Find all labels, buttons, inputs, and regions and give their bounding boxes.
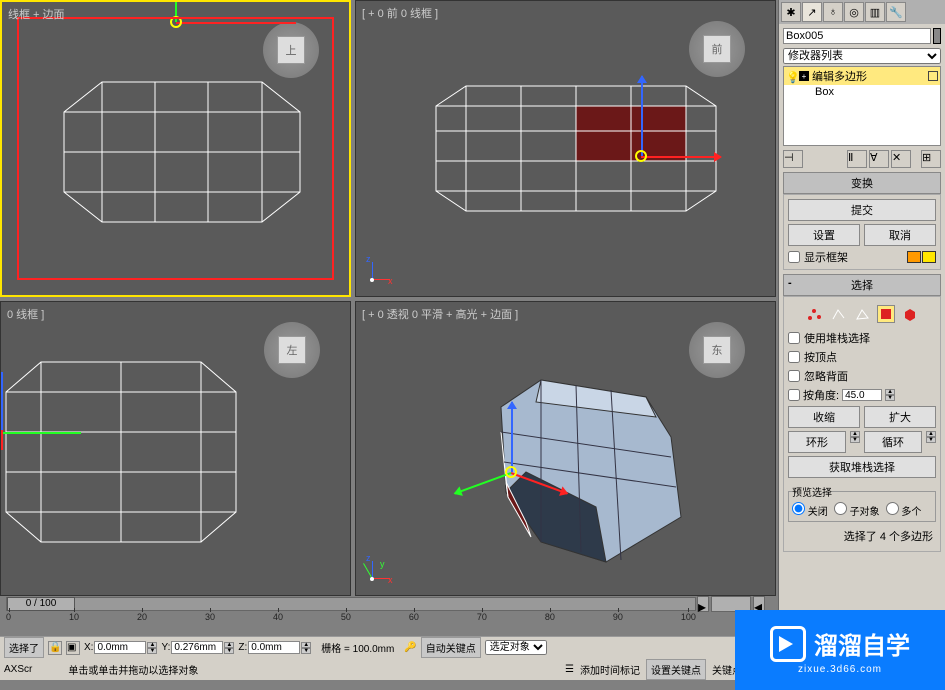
subobj-border[interactable] bbox=[853, 305, 871, 323]
status-bar-2: AXScr 单击或单击并拖动以选择对象 ☰ 添加时间标记 设置关键点 关键点过滤… bbox=[0, 658, 776, 680]
lock-icon[interactable]: 🔒 bbox=[48, 641, 62, 655]
sel-set-icon[interactable]: ▣ bbox=[66, 641, 80, 655]
preview-multi-radio[interactable] bbox=[886, 502, 899, 515]
stack-tool-1[interactable]: Ⅱ bbox=[847, 150, 867, 168]
coord-z-input[interactable] bbox=[248, 641, 300, 654]
viewport-label-persp: [ + 0 透视 0 平滑 + 高光 + 边面 ] bbox=[362, 306, 518, 322]
selection-label: 选择了 bbox=[4, 637, 44, 658]
viewport-label-top: 线框 + 边面 bbox=[8, 6, 65, 22]
angle-input[interactable] bbox=[842, 389, 882, 401]
key-filter-select[interactable]: 选定对象 bbox=[485, 640, 547, 655]
tab-hierarchy[interactable]: ♁ bbox=[823, 2, 843, 22]
rollout-header-selection[interactable]: -选择 bbox=[783, 274, 941, 296]
viewport-perspective[interactable]: [ + 0 透视 0 平滑 + 高光 + 边面 ] 东 bbox=[355, 301, 776, 596]
bulb-icon[interactable]: 💡 bbox=[786, 71, 796, 81]
show-cage-checkbox[interactable] bbox=[788, 251, 800, 263]
viewport-front[interactable]: [ + 0 前 0 线框 ] 前 xz bbox=[355, 0, 776, 297]
loop-button[interactable]: 循环 bbox=[864, 431, 922, 453]
tab-motion[interactable]: ◎ bbox=[844, 2, 864, 22]
star-icon: ✱ bbox=[786, 6, 795, 19]
preview-subobj-radio[interactable] bbox=[834, 502, 847, 515]
stack-item-box[interactable]: Box bbox=[784, 85, 940, 99]
pin-stack-button[interactable]: ⊣ bbox=[783, 150, 803, 168]
timeline-scroll-right[interactable]: ▸ bbox=[697, 596, 709, 612]
angle-spinner[interactable]: ▲▼ bbox=[885, 389, 895, 401]
viewcube-left[interactable]: 左 bbox=[264, 322, 320, 378]
ignore-back-checkbox[interactable] bbox=[788, 370, 800, 382]
stack-tool-3[interactable]: ✕ bbox=[891, 150, 911, 168]
prompt-hint: 单击或单击并拖动以选择对象 bbox=[38, 662, 559, 677]
key-icon[interactable]: 🔑 bbox=[404, 642, 416, 653]
tab-display[interactable]: ▥ bbox=[865, 2, 885, 22]
autokey-button[interactable]: 自动关键点 bbox=[421, 637, 481, 658]
setkey-button[interactable]: 设置关键点 bbox=[646, 659, 706, 680]
coord-x-input[interactable] bbox=[94, 641, 146, 654]
use-stack-sel-checkbox[interactable] bbox=[788, 332, 800, 344]
viewport-label-front: [ + 0 前 0 线框 ] bbox=[362, 5, 438, 21]
tab-create[interactable]: ✱ bbox=[781, 2, 801, 22]
hierarchy-icon: ♁ bbox=[829, 6, 837, 18]
modifier-list-dropdown[interactable]: 修改器列表 bbox=[783, 48, 941, 64]
tab-modify[interactable]: ↗ bbox=[802, 2, 822, 22]
tag-icon[interactable]: ☰ bbox=[565, 664, 574, 675]
modifier-stack[interactable]: 💡 + 编辑多边形 Box bbox=[783, 66, 941, 146]
viewport-top[interactable]: 线框 + 边面 上 bbox=[0, 0, 351, 297]
cancel-button[interactable]: 取消 bbox=[864, 224, 936, 246]
coord-y-input[interactable] bbox=[171, 641, 223, 654]
loop-spinner[interactable]: ▲▼ bbox=[926, 431, 936, 453]
settings-button[interactable]: 设置 bbox=[788, 224, 860, 246]
timeline: 0 / 100 ◂ ▸ 01020 304050 607080 90100 bbox=[0, 596, 776, 636]
ring-spinner[interactable]: ▲▼ bbox=[850, 431, 860, 453]
watermark: 溜溜自学 zixue.3d66.com bbox=[735, 610, 945, 690]
command-panel: ✱ ↗ ♁ ◎ ▥ 🔧 修改器列表 💡 + 编辑多边形 Box ⊣ Ⅱ ∀ ✕ bbox=[778, 0, 945, 690]
configure-stack-button[interactable]: ⊞ bbox=[921, 150, 941, 168]
by-vertex-checkbox[interactable] bbox=[788, 351, 800, 363]
grow-button[interactable]: 扩大 bbox=[864, 406, 936, 428]
tab-utilities[interactable]: 🔧 bbox=[886, 2, 906, 22]
viewcube-front[interactable]: 前 bbox=[689, 21, 745, 77]
axis-gizmo: xz bbox=[364, 248, 404, 288]
maxscript-label: AXScr bbox=[4, 664, 32, 675]
subobj-element[interactable] bbox=[901, 305, 919, 323]
rollout-header-transform: 变换 bbox=[783, 172, 941, 194]
selection-status: 选择了 4 个多边形 bbox=[788, 525, 936, 547]
stack-item-editpoly[interactable]: 💡 + 编辑多边形 bbox=[784, 67, 940, 85]
wrench-icon: 🔧 bbox=[889, 6, 903, 19]
cage-color-2[interactable] bbox=[922, 251, 936, 263]
preview-selection-group: 预览选择 关闭 子对象 多个 bbox=[788, 484, 936, 522]
grid-size: 栅格 = 100.0mm bbox=[315, 638, 400, 657]
motion-icon: ◎ bbox=[849, 6, 859, 19]
axis-gizmo-persp: xyz bbox=[364, 547, 404, 587]
time-ruler: 01020 304050 607080 90100 bbox=[6, 612, 696, 626]
mode-icon bbox=[928, 71, 938, 81]
commit-button[interactable]: 提交 bbox=[788, 199, 936, 221]
subobj-polygon[interactable] bbox=[877, 305, 895, 323]
object-name-input[interactable] bbox=[783, 28, 931, 44]
cage-color-1[interactable] bbox=[907, 251, 921, 263]
viewport-left[interactable]: 0 线框 ] 左 bbox=[0, 301, 351, 596]
status-bar: 选择了 🔒 ▣ X:▲▼ Y:▲▼ Z:▲▼ 栅格 = 100.0mm 🔑 自动… bbox=[0, 636, 776, 658]
subobj-vertex[interactable] bbox=[805, 305, 823, 323]
play-icon bbox=[770, 626, 806, 662]
ring-button[interactable]: 环形 bbox=[788, 431, 846, 453]
modify-icon: ↗ bbox=[807, 6, 816, 19]
subobj-edge[interactable] bbox=[829, 305, 847, 323]
get-stack-sel-button[interactable]: 获取堆栈选择 bbox=[788, 456, 936, 478]
time-slider[interactable]: 0 / 100 bbox=[7, 597, 75, 611]
expand-icon[interactable]: + bbox=[799, 71, 809, 81]
by-angle-checkbox[interactable] bbox=[788, 389, 800, 401]
display-icon: ▥ bbox=[870, 6, 880, 19]
time-slider-track[interactable]: 0 / 100 ◂ ▸ bbox=[6, 597, 696, 611]
shrink-button[interactable]: 收缩 bbox=[788, 406, 860, 428]
add-time-tag[interactable]: 添加时间标记 bbox=[580, 662, 640, 677]
viewport-label-left: 0 线框 ] bbox=[7, 306, 44, 322]
preview-off-radio[interactable] bbox=[792, 502, 805, 515]
stack-tool-2[interactable]: ∀ bbox=[869, 150, 889, 168]
object-color-swatch[interactable] bbox=[933, 28, 941, 44]
